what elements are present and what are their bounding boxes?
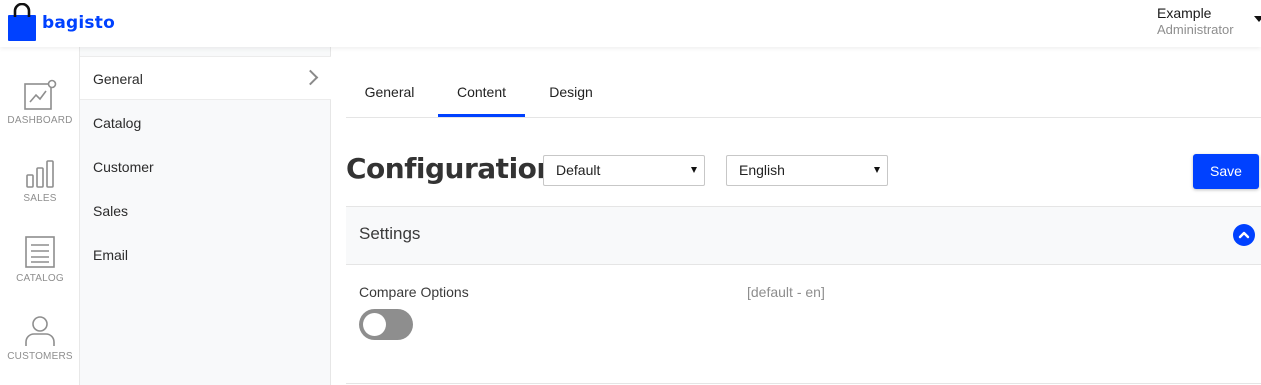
nav-item-sales[interactable]: SALES: [0, 159, 80, 204]
field-scope-label: [default - en]: [747, 284, 825, 300]
tab-design[interactable]: Design: [539, 70, 603, 117]
channel-select-value: Default: [556, 162, 601, 178]
subnav-label: General: [93, 71, 143, 87]
subnav-label: Sales: [93, 203, 129, 219]
nav-label-catalog: CATALOG: [16, 273, 64, 284]
save-button[interactable]: Save: [1193, 154, 1259, 189]
brand-logo[interactable]: [8, 3, 36, 41]
user-role: Administrator: [1157, 22, 1234, 37]
tab-content[interactable]: Content: [438, 70, 525, 117]
subnav-label: Catalog: [93, 115, 142, 131]
toggle-knob: [363, 313, 386, 336]
compare-options-label: Compare Options: [359, 284, 469, 300]
config-tabs: General Content Design: [346, 70, 1261, 118]
subnav-label: Customer: [93, 159, 154, 175]
nav-label-customers: CUSTOMERS: [7, 351, 73, 362]
caret-down-icon[interactable]: [1254, 16, 1261, 22]
top-header: bagisto Example Administrator: [0, 0, 1261, 47]
brand-name[interactable]: bagisto: [42, 13, 115, 33]
subnav-label: Email: [93, 247, 129, 263]
user-name: Example: [1157, 5, 1212, 21]
tab-general[interactable]: General: [356, 70, 423, 117]
nav-item-catalog[interactable]: CATALOG: [0, 235, 80, 284]
page-title: Configuration: [346, 152, 556, 185]
subnav-item-sales[interactable]: Sales: [80, 189, 331, 233]
catalog-icon: [25, 236, 55, 268]
user-menu[interactable]: Example Administrator: [1157, 5, 1234, 38]
compare-options-toggle[interactable]: [359, 309, 413, 340]
subnav-item-customer[interactable]: Customer: [80, 145, 331, 189]
main-nav: DASHBOARD SALES CATALOG CUSTOMERS: [0, 47, 80, 385]
config-subnav: General Catalog Customer Sales Email: [80, 47, 331, 385]
locale-select-value: English: [739, 162, 785, 178]
nav-item-customers[interactable]: CUSTOMERS: [0, 315, 80, 362]
caret-down-icon: [874, 167, 880, 173]
settings-panel-header[interactable]: Settings: [346, 206, 1261, 265]
panel-title: Settings: [359, 224, 421, 243]
nav-label-dashboard: DASHBOARD: [7, 115, 73, 126]
chevron-up-icon: [1238, 231, 1250, 239]
shopping-bag-icon: [8, 3, 36, 41]
caret-down-icon: [691, 167, 697, 173]
chevron-right-icon: [302, 69, 319, 86]
nav-label-sales: SALES: [23, 193, 57, 204]
channel-select[interactable]: Default: [543, 155, 705, 186]
sales-icon: [26, 160, 54, 188]
subnav-item-catalog[interactable]: Catalog: [80, 101, 331, 145]
customers-icon: [25, 316, 55, 346]
subnav-item-email[interactable]: Email: [80, 233, 331, 277]
nav-item-dashboard[interactable]: DASHBOARD: [0, 79, 80, 126]
divider: [346, 383, 1261, 384]
dashboard-icon: [24, 79, 57, 110]
subnav-item-general[interactable]: General: [80, 56, 331, 100]
collapse-button[interactable]: [1233, 224, 1255, 246]
locale-select[interactable]: English: [726, 155, 888, 186]
